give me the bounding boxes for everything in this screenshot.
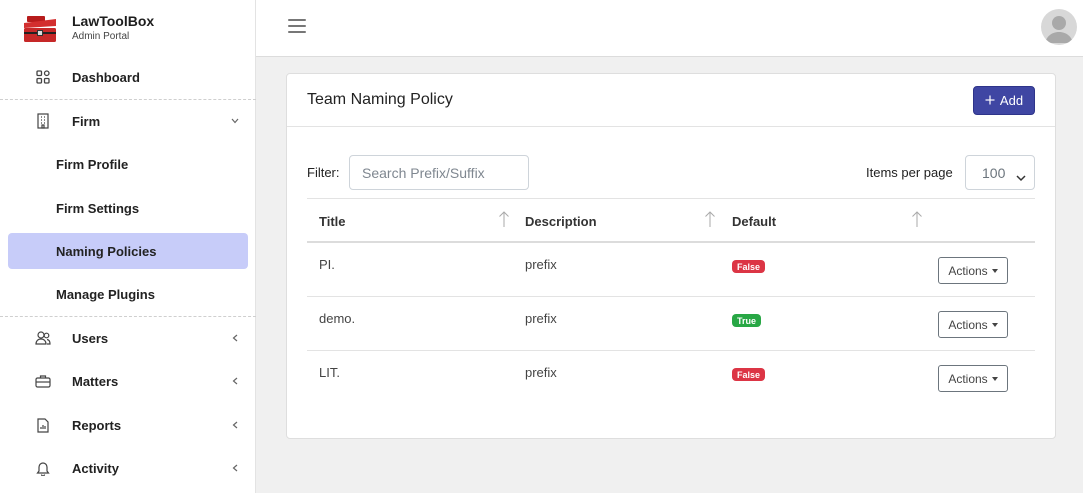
status-badge: False [732,260,766,273]
table-header: Title Description Default [307,198,1035,243]
sidebar-item-activity[interactable]: Activity [0,448,256,488]
sidebar-item-users[interactable]: Users [0,318,256,358]
sidebar-item-firm[interactable]: Firm [0,101,256,141]
table-row: demo. prefix True Actions [307,297,1035,351]
chevron-down-icon [1016,169,1026,185]
brand[interactable]: LawToolBox Admin Portal [0,0,256,56]
sort-arrow-icon[interactable] [704,210,716,228]
chevron-left-icon [230,463,240,473]
cell-title: LIT. [319,365,340,380]
divider [0,316,256,317]
column-header-description[interactable]: Description [525,214,597,229]
cell-title: PI. [319,257,335,272]
chevron-left-icon [230,376,240,386]
menu-toggle-icon[interactable] [288,19,306,35]
sidebar-subitem-manage-plugins[interactable]: Manage Plugins [8,276,248,312]
sidebar-item-label: Activity [72,460,119,476]
chevron-left-icon [230,333,240,343]
page-title: Team Naming Policy [307,91,453,108]
sort-arrow-icon[interactable] [498,210,510,228]
sidebar-item-label: Dashboard [72,69,140,85]
actions-button[interactable]: Actions [938,311,1008,338]
cell-description: prefix [525,311,557,326]
column-header-title[interactable]: Title [319,214,346,229]
actions-label: Actions [948,263,988,278]
sidebar: LawToolBox Admin Portal Dashboard Firm F… [0,0,256,493]
search-input[interactable] [349,155,529,190]
sidebar-item-label: Users [72,330,109,346]
items-per-page-select[interactable]: 100 [965,155,1035,190]
briefcase-icon [35,373,51,389]
brand-subtitle: Admin Portal [72,31,130,42]
actions-button[interactable]: Actions [938,257,1008,284]
sidebar-subitem-label: Naming Policies [56,243,157,259]
cell-description: prefix [525,365,557,380]
table-row: LIT. prefix False Actions [307,351,1035,405]
actions-label: Actions [948,371,988,386]
status-badge: False [732,368,766,381]
sidebar-subitem-label: Firm Settings [56,200,140,216]
grid-icon [35,69,51,85]
add-button[interactable]: Add [973,86,1035,115]
building-icon [35,113,51,129]
add-button-label: Add [999,93,1024,108]
actions-button[interactable]: Actions [938,365,1008,392]
chevron-left-icon [230,420,240,430]
sidebar-subitem-firm-profile[interactable]: Firm Profile [8,146,248,182]
report-icon [35,417,51,433]
filter-label: Filter: [307,165,340,180]
naming-policy-card: Team Naming Policy Add Filter: Items per… [286,73,1056,439]
cell-description: prefix [525,257,557,272]
users-icon [35,330,51,346]
column-header-default[interactable]: Default [732,214,776,229]
avatar[interactable] [1041,9,1077,45]
card-header: Team Naming Policy Add [287,74,1055,127]
items-per-page-label: Items per page [866,165,953,180]
topbar [256,0,1083,57]
sidebar-item-matters[interactable]: Matters [0,361,256,401]
brand-title: LawToolBox [72,13,155,29]
sidebar-item-label: Firm [72,113,101,129]
plus-icon [985,93,995,108]
sidebar-item-reports[interactable]: Reports [0,405,256,445]
actions-label: Actions [948,317,988,332]
sidebar-subitem-label: Manage Plugins [56,286,155,302]
divider [0,99,256,100]
sidebar-subitem-firm-settings[interactable]: Firm Settings [8,190,248,226]
sidebar-item-dashboard[interactable]: Dashboard [0,57,256,97]
bell-icon [35,460,51,476]
sidebar-subitem-label: Firm Profile [56,156,129,172]
table-row: PI. prefix False Actions [307,243,1035,297]
caret-down-icon [991,376,998,381]
caret-down-icon [991,322,998,327]
cell-title: demo. [319,311,356,326]
caret-down-icon [991,268,998,273]
status-badge: True [732,314,762,327]
sidebar-item-label: Matters [72,373,119,389]
sidebar-subitem-naming-policies[interactable]: Naming Policies [8,233,248,269]
sort-arrow-icon[interactable] [911,210,923,228]
toolbox-logo-icon [24,16,56,42]
chevron-down-icon [230,116,240,126]
items-per-page-value: 100 [982,164,1006,181]
sidebar-item-label: Reports [72,417,122,433]
